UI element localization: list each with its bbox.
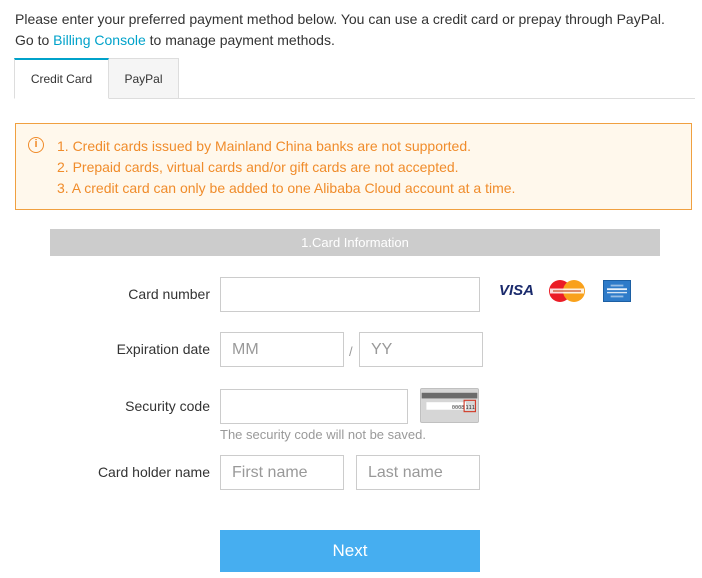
sample-card-number: 0008	[452, 405, 464, 411]
intro-line-1: Please enter your preferred payment meth…	[15, 11, 665, 27]
next-button[interactable]: Next	[220, 530, 480, 572]
notice-lines: 1. Credit cards issued by Mainland China…	[57, 136, 515, 199]
expiration-date-label: Expiration date	[116, 341, 210, 357]
intro-line-2-prefix: Go to	[15, 32, 54, 48]
accepted-cards: VISA	[497, 277, 637, 305]
security-code-card-icon: 0008 111	[420, 388, 479, 423]
visa-logo: VISA	[499, 282, 535, 299]
payment-tabs: Credit Card PayPal	[14, 58, 695, 99]
sample-security-code: 111	[466, 405, 475, 411]
notice-line: 1. Credit cards issued by Mainland China…	[57, 138, 472, 154]
intro-line-2: Go to Billing Console to manage payment …	[15, 30, 665, 51]
mastercard-logo	[549, 280, 585, 302]
notice-line: 2. Prepaid cards, virtual cards and/or g…	[57, 159, 459, 175]
tab-paypal[interactable]: PayPal	[109, 58, 179, 99]
date-separator: /	[349, 344, 353, 359]
notice-line: 3. A credit card can only be added to on…	[57, 180, 516, 196]
info-icon: i	[28, 137, 44, 153]
security-code-hint: The security code will not be saved.	[220, 427, 426, 442]
billing-console-link[interactable]: Billing Console	[53, 32, 146, 48]
expiration-month-input[interactable]	[220, 332, 344, 367]
expiration-year-input[interactable]	[359, 332, 483, 367]
card-number-input[interactable]	[220, 277, 480, 312]
last-name-input[interactable]	[356, 455, 480, 490]
tab-credit-card[interactable]: Credit Card	[14, 58, 109, 99]
card-number-label: Card number	[128, 286, 210, 302]
first-name-input[interactable]	[220, 455, 344, 490]
intro-text: Please enter your preferred payment meth…	[15, 9, 665, 51]
notice-box: i 1. Credit cards issued by Mainland Chi…	[15, 123, 692, 210]
intro-line-2-suffix: to manage payment methods.	[145, 32, 335, 48]
security-code-label: Security code	[125, 398, 210, 414]
card-holder-name-label: Card holder name	[97, 464, 210, 480]
security-code-input[interactable]	[220, 389, 408, 424]
section-title: 1.Card Information	[50, 229, 660, 256]
amex-logo	[603, 280, 631, 302]
